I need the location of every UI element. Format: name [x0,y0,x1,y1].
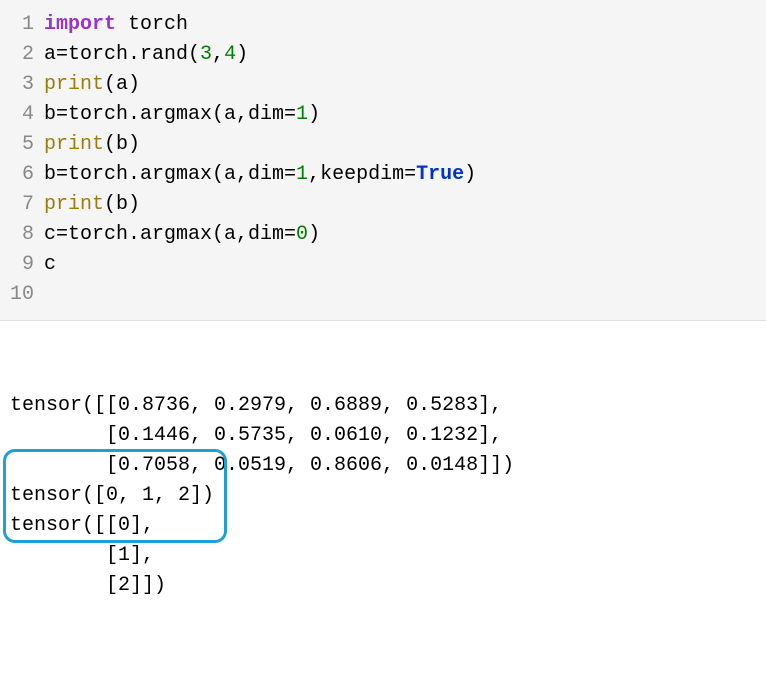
line-number: 4 [0,100,44,130]
code-content: b=torch.argmax(a,dim=1) [44,100,320,130]
output-panel: tensor([[0.8736, 0.2979, 0.6889, 0.5283]… [0,321,766,611]
code-line: 3print(a) [0,70,766,100]
code-line: 1import torch [0,10,766,40]
code-line: 8c=torch.argmax(a,dim=0) [0,220,766,250]
line-number: 10 [0,280,44,310]
output-line: tensor([0, 1, 2]) [10,481,756,511]
line-number: 7 [0,190,44,220]
output-line: tensor([[0.8736, 0.2979, 0.6889, 0.5283]… [10,391,756,421]
code-line: 10 [0,280,766,310]
line-number: 9 [0,250,44,280]
code-content [44,280,56,310]
code-line: 5print(b) [0,130,766,160]
line-number: 5 [0,130,44,160]
code-editor: 1import torch2a=torch.rand(3,4)3print(a)… [0,0,766,321]
code-line: 7print(b) [0,190,766,220]
code-content: c=torch.argmax(a,dim=0) [44,220,320,250]
code-line: 4b=torch.argmax(a,dim=1) [0,100,766,130]
line-number: 8 [0,220,44,250]
code-content: c [44,250,56,280]
code-content: b=torch.argmax(a,dim=1,keepdim=True) [44,160,476,190]
code-content: print(a) [44,70,140,100]
line-number: 3 [0,70,44,100]
output-line: [0.7058, 0.0519, 0.8606, 0.0148]]) [10,451,756,481]
line-number: 6 [0,160,44,190]
output-line: [1], [10,541,756,571]
code-line: 9c [0,250,766,280]
output-line: [2]]) [10,571,756,601]
code-content: a=torch.rand(3,4) [44,40,248,70]
code-content: print(b) [44,190,140,220]
code-content: import torch [44,10,188,40]
line-number: 1 [0,10,44,40]
output-line: tensor([[0], [10,511,756,541]
output-line: [0.1446, 0.5735, 0.0610, 0.1232], [10,421,756,451]
code-line: 2a=torch.rand(3,4) [0,40,766,70]
line-number: 2 [0,40,44,70]
code-line: 6b=torch.argmax(a,dim=1,keepdim=True) [0,160,766,190]
code-content: print(b) [44,130,140,160]
